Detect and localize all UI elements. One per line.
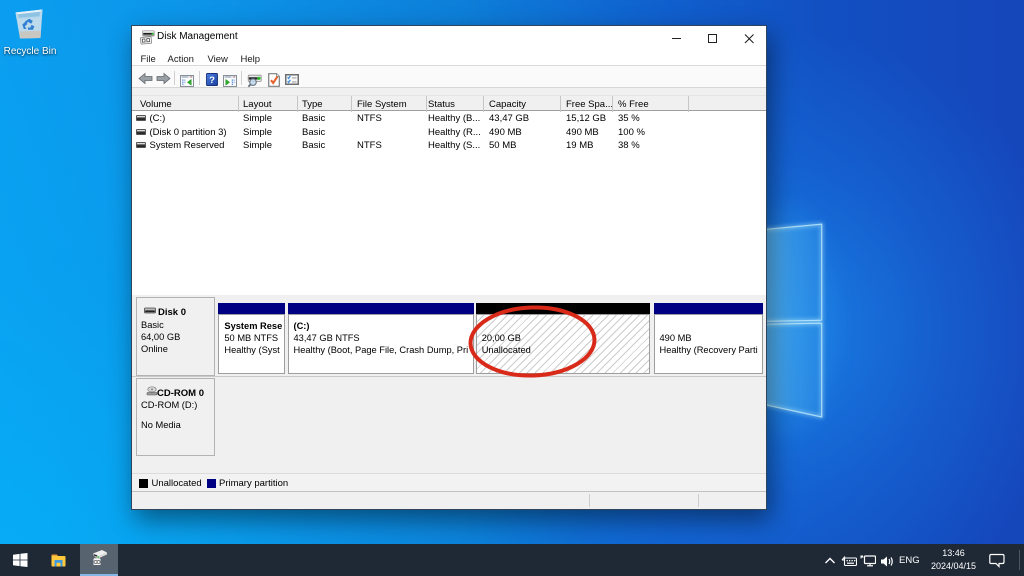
svg-text:?: ? [209, 75, 215, 86]
